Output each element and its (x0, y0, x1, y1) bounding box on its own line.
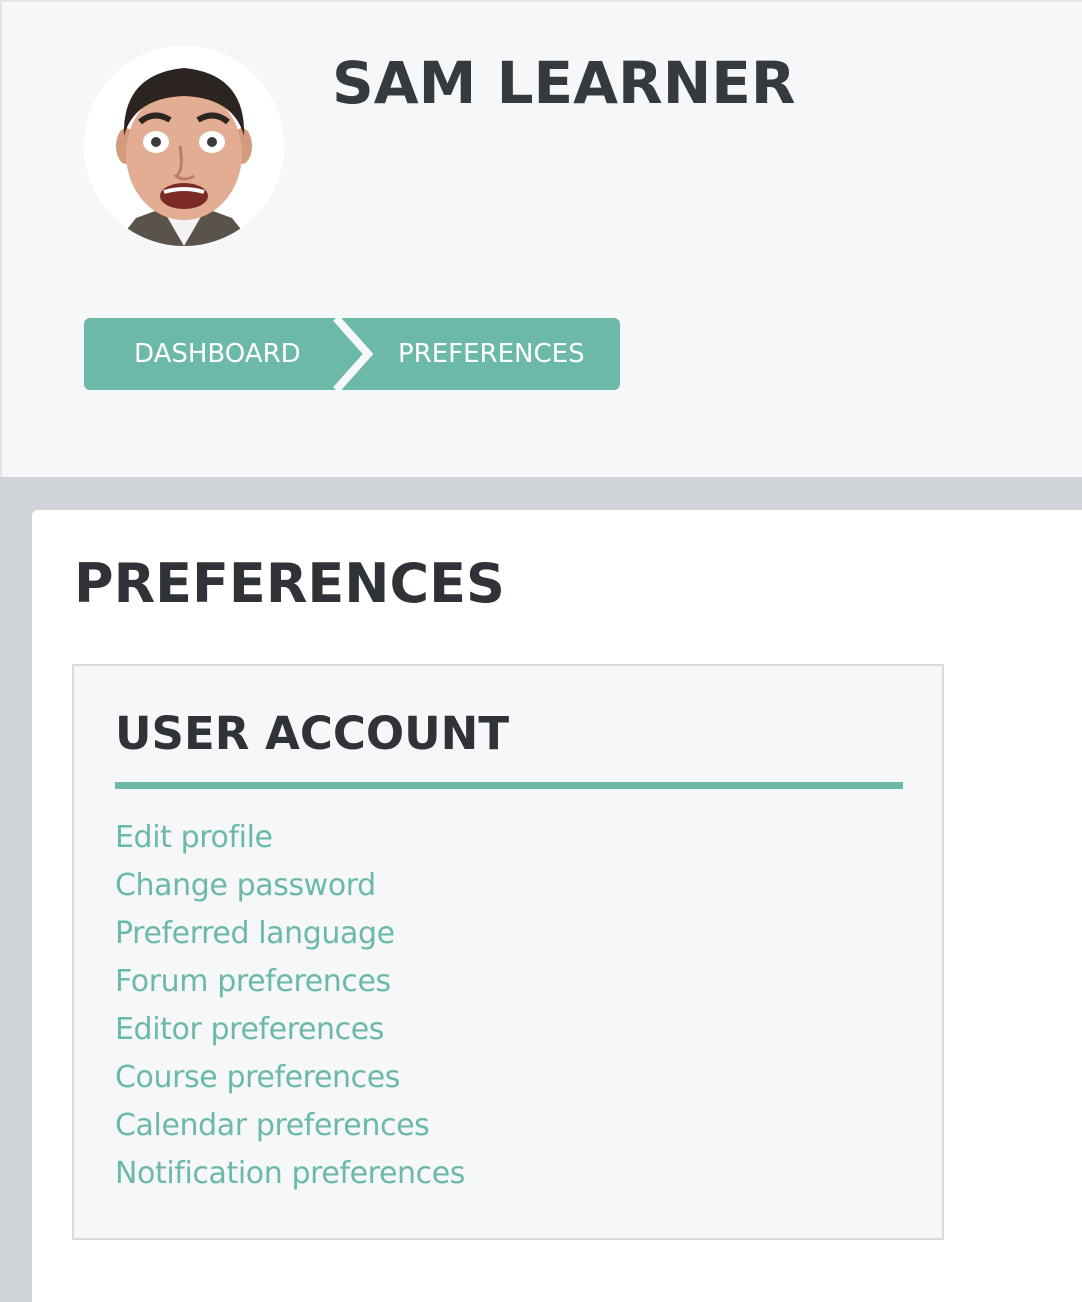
course-preferences-link[interactable]: Course preferences (115, 1060, 400, 1095)
list-item: Editor preferences (115, 1006, 465, 1054)
list-item: Change password (115, 862, 465, 910)
calendar-preferences-link[interactable]: Calendar preferences (115, 1108, 430, 1143)
edit-profile-link[interactable]: Edit profile (115, 820, 273, 855)
list-item: Edit profile (115, 814, 465, 862)
list-item: Forum preferences (115, 958, 465, 1006)
forum-preferences-link[interactable]: Forum preferences (115, 964, 391, 999)
section-title: USER ACCOUNT (115, 707, 510, 760)
page-title: PREFERENCES (74, 552, 505, 615)
change-password-link[interactable]: Change password (115, 868, 376, 903)
breadcrumb-dashboard[interactable]: DASHBOARD (134, 318, 301, 390)
editor-preferences-link[interactable]: Editor preferences (115, 1012, 384, 1047)
section-divider (115, 782, 903, 789)
user-account-section: USER ACCOUNT Edit profile Change passwor… (72, 664, 944, 1240)
breadcrumb-chevron-icon (333, 318, 374, 390)
main-card: PREFERENCES USER ACCOUNT Edit profile Ch… (32, 510, 1082, 1302)
list-item: Calendar preferences (115, 1102, 465, 1150)
user-avatar-icon (84, 46, 284, 246)
user-name: SAM LEARNER (332, 49, 796, 117)
avatar[interactable] (84, 46, 284, 246)
list-item: Course preferences (115, 1054, 465, 1102)
page-header: SAM LEARNER DASHBOARD PREFERENCES (0, 0, 1082, 477)
preferred-language-link[interactable]: Preferred language (115, 916, 395, 951)
notification-preferences-link[interactable]: Notification preferences (115, 1156, 465, 1191)
list-item: Notification preferences (115, 1150, 465, 1198)
breadcrumb-preferences[interactable]: PREFERENCES (398, 318, 585, 390)
breadcrumb: DASHBOARD PREFERENCES (84, 318, 620, 390)
list-item: Preferred language (115, 910, 465, 958)
preferences-link-list: Edit profile Change password Preferred l… (115, 814, 465, 1198)
